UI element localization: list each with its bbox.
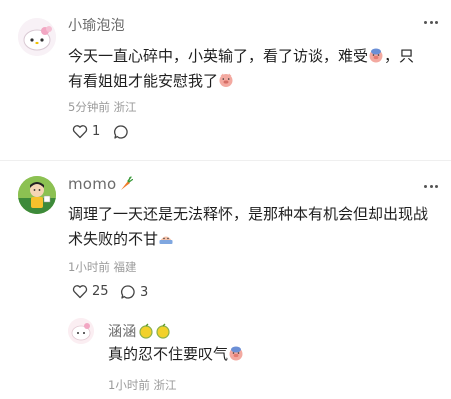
comment-username[interactable]: momo [68,175,134,193]
reply-count: 3 [140,284,149,300]
comment-meta: 1小时前 福建 [68,259,136,275]
comment-text-line: 今天一直心碎中，小英输了，看了访谈，难受 [68,47,369,65]
username-text: momo [68,175,117,193]
more-dots-icon[interactable] [424,21,438,25]
hello-kitty-avatar-image [18,18,56,56]
reply-button[interactable] [113,124,133,140]
comment-text-line: 术失败的不甘 [68,230,159,248]
frustrated-emoji-icon [159,236,173,244]
reply-username[interactable]: 涵涵 [108,321,172,341]
like-count: 25 [92,284,109,299]
comment-text: 今天一直心碎中，小英输了，看了访谈，难受 ，只 有看姐姐才能安慰我了 [68,44,438,94]
cartoon-boy-avatar-image [18,176,56,214]
like-button[interactable]: 1 [72,124,100,139]
comment-text-line: 调理了一天还是无法释怀，是那种本有机会但却出现战 [68,205,429,223]
comment-text-line: 有看姐姐才能安慰我了 [68,72,219,90]
reply-avatar[interactable] [68,318,94,344]
heart-icon [72,125,88,139]
sad-pig-emoji-icon [369,48,383,63]
comment-bubble-icon [114,125,128,139]
heart-icon [72,285,88,299]
comment-text-line: ，只 [384,47,415,65]
comment-bubble-icon [121,285,135,299]
comment-location: 浙江 [113,100,137,114]
comment-location: 福建 [113,260,137,274]
reply-meta: 1小时前 浙江 [108,377,176,393]
comment-text: 调理了一天还是无法释怀，是那种本有机会但却出现战 术失败的不甘 [68,202,438,252]
pig-emoji-icon [219,73,233,87]
avatar[interactable] [18,18,56,56]
comment-divider [0,160,451,161]
comment-time: 5分钟前 [68,100,110,114]
more-dots-icon[interactable] [424,185,438,189]
reply-location: 浙江 [153,378,177,392]
sad-pig-emoji-icon [229,346,243,361]
carrot-badge-icon [121,176,134,190]
username-text: 涵涵 [108,324,137,340]
comment-time: 1小时前 [68,260,110,274]
like-button[interactable]: 25 [72,284,109,299]
comment-meta: 5分钟前 浙江 [68,99,136,115]
like-count: 1 [92,124,101,139]
reply-time: 1小时前 [108,378,150,392]
avatar[interactable] [18,176,56,214]
reply-text: 真的忍不住要叹气 [108,342,244,367]
kitty-avatar-image [68,318,94,344]
reply-text-line: 真的忍不住要叹气 [108,345,229,363]
comment-username[interactable]: 小瑜泡泡 [68,15,125,35]
lemon-badge-icon [139,323,171,339]
reply-button[interactable]: 3 [120,284,148,300]
